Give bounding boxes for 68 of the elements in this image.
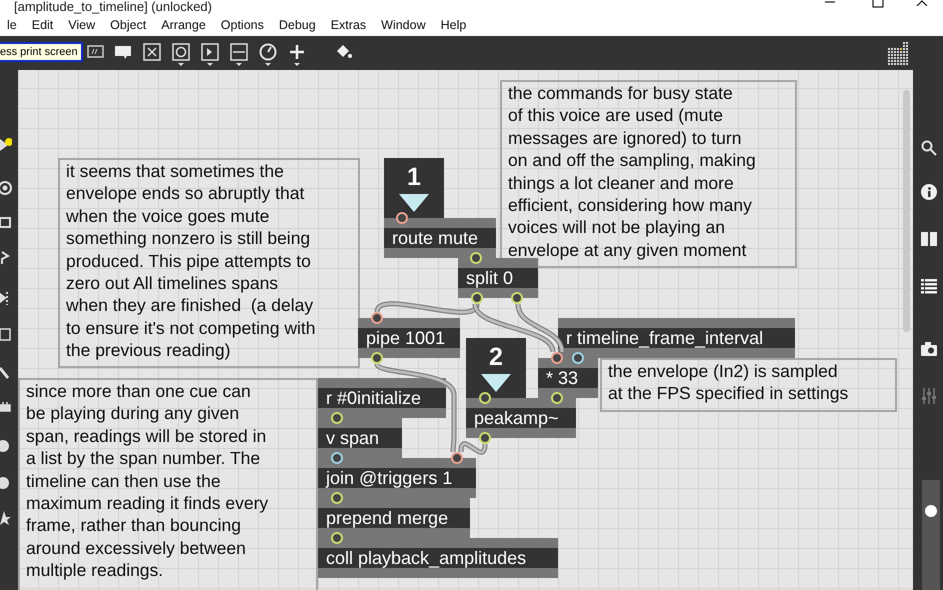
menu-item[interactable]: View (61, 18, 104, 32)
list-icon[interactable] (921, 278, 937, 294)
inlet-port[interactable] (396, 212, 408, 224)
inlet-port[interactable] (371, 312, 383, 324)
object-box[interactable]: join @triggers 1 (318, 458, 476, 498)
mixer-icon[interactable] (921, 388, 937, 404)
comment: the envelope (In2) is sampled at the FPS specified in settings (600, 358, 897, 412)
number-box-icon[interactable] (200, 42, 220, 66)
info-icon[interactable] (921, 184, 937, 200)
outlet-port[interactable] (471, 292, 483, 304)
comment: the commands for busy state of this voice are used (mute messages are ignored) to turn on and off the sampling, making things a lot cleaner and more efficient, considering how many voices will not be playing an envelope at any given moment (500, 80, 797, 268)
triangle-icon (481, 374, 511, 392)
search-icon[interactable] (921, 140, 937, 156)
step-marker: 2 (466, 338, 526, 398)
object-box[interactable]: pipe 1001 (358, 318, 460, 358)
menu-item[interactable]: Arrange (154, 18, 214, 32)
grid-icon[interactable] (888, 42, 910, 66)
object-box[interactable]: r timeline_frame_interval (558, 318, 795, 358)
object-box[interactable]: v span (318, 418, 402, 458)
inlet-port[interactable] (551, 352, 563, 364)
window-title: [amplitude_to_timeline] (unlocked) (14, 0, 212, 14)
object-box[interactable]: route mute (384, 218, 496, 258)
minimize-icon[interactable] (824, 0, 836, 4)
dial-icon[interactable] (258, 42, 278, 66)
patch-cord[interactable] (516, 304, 564, 352)
object-box[interactable]: prepend merge (318, 498, 470, 538)
menu-item[interactable]: Extras (324, 18, 374, 32)
outlet-port[interactable] (470, 252, 482, 264)
outlet-port[interactable] (479, 432, 491, 444)
inlet-port[interactable] (572, 352, 584, 364)
scroll-bar[interactable] (903, 90, 910, 332)
menu-item[interactable]: Window (374, 18, 434, 32)
triangle-icon (399, 194, 429, 212)
menu-item[interactable]: Debug (272, 18, 324, 32)
outlet-port[interactable] (331, 532, 343, 544)
volume-slider[interactable] (922, 480, 940, 590)
outlet-port[interactable] (511, 292, 523, 304)
button-object-icon[interactable] (171, 42, 191, 66)
inlet-port[interactable] (479, 392, 491, 404)
star-icon[interactable] (0, 510, 12, 526)
maximize-icon[interactable] (872, 0, 884, 8)
inlet-port[interactable] (451, 452, 463, 464)
toggle-icon[interactable] (142, 42, 162, 62)
outlet-port[interactable] (331, 452, 343, 464)
slider-icon[interactable] (229, 42, 249, 66)
menu-item[interactable]: Edit (24, 18, 62, 32)
book-icon[interactable] (921, 232, 937, 246)
step-marker: 1 (384, 158, 444, 218)
slider-thumb[interactable] (925, 504, 937, 516)
outlet-port[interactable] (551, 392, 563, 404)
outlet-port[interactable] (331, 492, 343, 504)
menu-item[interactable]: Help (434, 18, 474, 32)
frame-icon[interactable] (0, 327, 12, 343)
object-box[interactable]: r #0initialize (318, 378, 446, 418)
object-box[interactable]: coll playback_amplitudes (318, 538, 558, 578)
badge-icon[interactable] (0, 438, 12, 454)
menu-item[interactable]: Object (103, 18, 154, 32)
tooltip: ess print screen (0, 42, 83, 62)
plus-icon[interactable] (287, 42, 307, 66)
object-box[interactable]: * 33 (538, 358, 598, 398)
comment: it seems that sometimes the envelope ends so abruptly that when the voice goes mute something nonzero is still being produced. This pipe attempts to zero out All timelines spans when they are finished (a delay to ensure it's not competing with the previous reading) (58, 158, 360, 368)
menu-item[interactable]: le (0, 18, 25, 32)
object-box[interactable]: peakamp~ (466, 398, 576, 438)
object-box[interactable]: split 0 (458, 258, 538, 298)
outlet-port[interactable] (371, 352, 383, 364)
menu-item[interactable]: Options (214, 18, 272, 32)
outlet-port[interactable] (331, 412, 343, 424)
camera-icon[interactable] (921, 342, 937, 356)
